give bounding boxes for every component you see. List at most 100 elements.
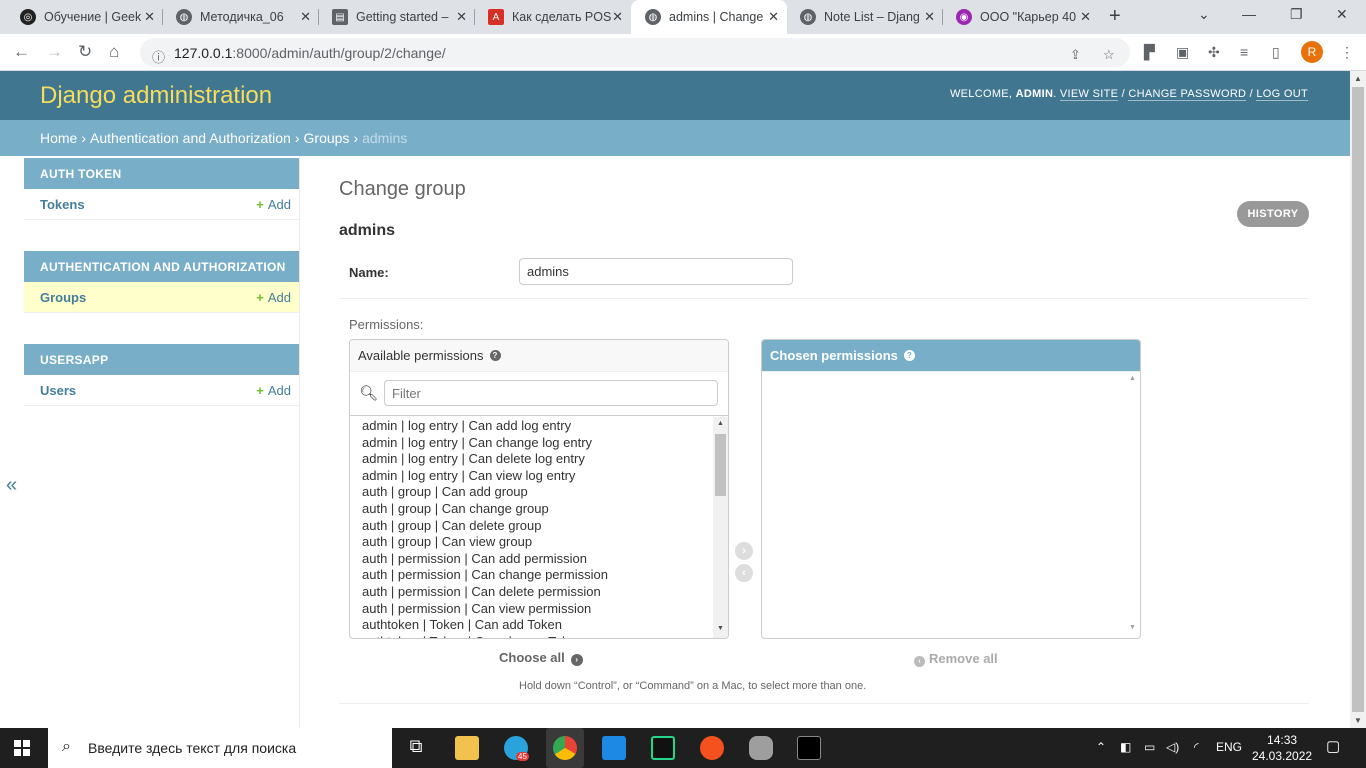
browser-tab[interactable]: ◉ ООО "Карьер 40 ✕ — [936, 0, 1099, 34]
tab-search-icon[interactable]: ⌄ — [1198, 6, 1210, 23]
task-view-icon[interactable]: ⧉ — [404, 736, 428, 760]
chrome-icon[interactable] — [553, 736, 577, 760]
site-info-icon[interactable]: ⓘ — [152, 47, 165, 66]
name-input[interactable] — [519, 258, 793, 285]
permission-option[interactable]: authtoken | Token | Can change Token — [350, 634, 714, 638]
side-panel-icon[interactable]: ▯ — [1272, 44, 1288, 60]
toggle-sidebar-button[interactable]: « — [6, 474, 17, 497]
pycharm-icon[interactable] — [651, 736, 675, 760]
scroll-up-icon[interactable]: ▲ — [717, 420, 724, 427]
scroll-down-icon[interactable]: ▼ — [717, 625, 724, 632]
permission-option[interactable]: authtoken | Token | Can add Token — [350, 617, 714, 634]
add-link[interactable]: + Add — [256, 383, 291, 398]
snip-tool-icon[interactable] — [602, 736, 626, 760]
browser-tab[interactable]: ◍ Note List – Djang ✕ — [780, 0, 943, 34]
close-tab-icon[interactable]: ✕ — [300, 9, 311, 25]
close-tab-icon[interactable]: ✕ — [456, 9, 467, 25]
close-tab-icon[interactable]: ✕ — [1080, 9, 1091, 25]
puzzle-icon[interactable]: ✣ — [1208, 44, 1224, 60]
scroll-thumb[interactable] — [715, 434, 726, 496]
model-link[interactable]: Tokens — [40, 197, 85, 212]
file-explorer-icon[interactable] — [455, 736, 479, 760]
profile-avatar[interactable]: R — [1301, 41, 1323, 63]
home-icon[interactable]: ⌂ — [109, 42, 119, 62]
close-tab-icon[interactable]: ✕ — [924, 9, 935, 25]
breadcrumb-app[interactable]: Authentication and Authorization — [90, 130, 291, 146]
reload-icon[interactable]: ↻ — [78, 42, 92, 62]
help-question-icon[interactable]: ? — [489, 350, 501, 361]
forward-icon[interactable]: → — [46, 42, 63, 62]
site-branding[interactable]: Django administration — [40, 82, 272, 110]
app-caption[interactable]: Auth Token — [24, 158, 299, 189]
browser-tab[interactable]: A Как сделать POS ✕ — [468, 0, 631, 34]
close-tab-icon[interactable]: ✕ — [612, 9, 623, 25]
tray-chevron-icon[interactable]: ⌃ — [1096, 740, 1106, 754]
volume-icon[interactable]: ◁) — [1166, 740, 1179, 754]
view-site-link[interactable]: VIEW SITE — [1059, 88, 1119, 101]
share-icon[interactable]: ⇪ — [1070, 47, 1081, 63]
add-link[interactable]: + Add — [256, 197, 291, 212]
database-icon[interactable] — [749, 736, 773, 760]
list-scrollbar[interactable]: ▲ ▼ — [1125, 372, 1140, 638]
permission-option[interactable]: auth | permission | Can change permissio… — [350, 567, 714, 584]
network-icon[interactable]: ◜ — [1194, 740, 1199, 754]
battery-icon[interactable]: ▭ — [1144, 740, 1155, 754]
close-window-icon[interactable]: ✕ — [1336, 6, 1348, 23]
change-password-link[interactable]: CHANGE PASSWORD — [1128, 88, 1247, 101]
permission-option[interactable]: admin | log entry | Can view log entry — [350, 468, 714, 485]
language-indicator[interactable]: ENG — [1216, 740, 1242, 754]
add-link[interactable]: + Add — [256, 290, 291, 305]
permission-option[interactable]: auth | permission | Can add permission — [350, 551, 714, 568]
bookmark-star-icon[interactable]: ☆ — [1103, 47, 1115, 63]
browser-tab-active[interactable]: ◍ admins | Change ✕ — [631, 0, 787, 34]
close-tab-icon[interactable]: ✕ — [144, 9, 155, 25]
remove-all-button[interactable]: ‹ Remove all — [914, 651, 998, 667]
app-caption[interactable]: Authentication and Authorization — [24, 251, 299, 282]
permission-option[interactable]: auth | group | Can delete group — [350, 518, 714, 535]
permission-option[interactable]: admin | log entry | Can change log entry — [350, 435, 714, 452]
browser-tab[interactable]: ◎ Обучение | Geek ✕ — [0, 0, 163, 34]
permission-option[interactable]: auth | group | Can change group — [350, 501, 714, 518]
menu-dots-icon[interactable]: ⋮ — [1340, 44, 1356, 60]
list-scrollbar[interactable]: ▲ ▼ — [713, 417, 728, 638]
postman-icon[interactable] — [700, 736, 724, 760]
url-bar[interactable]: ⓘ 127.0.0.1:8000/admin/auth/group/2/chan… — [140, 38, 1130, 67]
log-out-link[interactable]: LOG OUT — [1256, 88, 1308, 101]
permission-option[interactable]: admin | log entry | Can add log entry — [350, 418, 714, 435]
minimize-icon[interactable]: — — [1242, 6, 1256, 22]
permission-option[interactable]: auth | group | Can view group — [350, 534, 714, 551]
notifications-icon[interactable]: ▢ — [1326, 737, 1340, 755]
breadcrumb-home[interactable]: Home — [40, 130, 77, 146]
app-caption[interactable]: Usersapp — [24, 344, 299, 375]
scroll-up-icon[interactable]: ▲ — [1129, 375, 1136, 382]
reading-list-icon[interactable]: ≡ — [1240, 44, 1256, 60]
available-permissions-select[interactable]: admin | log entry | Can add log entry adm… — [350, 417, 714, 638]
maximize-icon[interactable]: ❐ — [1290, 6, 1303, 23]
back-icon[interactable]: ← — [13, 42, 30, 62]
browser-tab[interactable]: ◍ Методичка_06 ✕ — [156, 0, 319, 34]
scroll-down-icon[interactable]: ▼ — [1354, 716, 1362, 725]
page-scrollbar[interactable]: ▲ ▼ — [1350, 71, 1366, 728]
model-link[interactable]: Users — [40, 383, 76, 398]
scroll-down-icon[interactable]: ▼ — [1129, 624, 1136, 631]
chosen-permissions-select[interactable] — [762, 372, 1140, 638]
taskbar-search[interactable]: ⌕ Введите здесь текст для поиска — [48, 728, 392, 768]
remove-arrow-icon[interactable]: ‹ — [735, 564, 753, 582]
permission-option[interactable]: auth | permission | Can view permission — [350, 601, 714, 618]
taskbar-clock[interactable]: 14:33 24.03.2022 — [1252, 732, 1312, 764]
history-button[interactable]: HISTORY — [1237, 201, 1309, 227]
scroll-thumb[interactable] — [1352, 87, 1364, 712]
close-tab-icon[interactable]: ✕ — [768, 9, 779, 25]
choose-arrow-icon[interactable]: › — [735, 542, 753, 560]
tray-app-icon[interactable]: ◧ — [1120, 740, 1131, 754]
terminal-icon[interactable] — [797, 736, 821, 760]
new-tab-icon[interactable]: + — [1109, 5, 1121, 28]
windows-start-icon[interactable] — [14, 740, 30, 756]
breadcrumb-model[interactable]: Groups — [304, 130, 350, 146]
permission-option[interactable]: admin | log entry | Can delete log entry — [350, 451, 714, 468]
browser-tab[interactable]: ▤ Getting started – ✕ — [312, 0, 475, 34]
choose-all-button[interactable]: Choose all › — [499, 650, 583, 666]
help-question-icon[interactable]: ? — [903, 350, 915, 361]
filter-input[interactable] — [384, 380, 718, 406]
permission-option[interactable]: auth | permission | Can delete permissio… — [350, 584, 714, 601]
